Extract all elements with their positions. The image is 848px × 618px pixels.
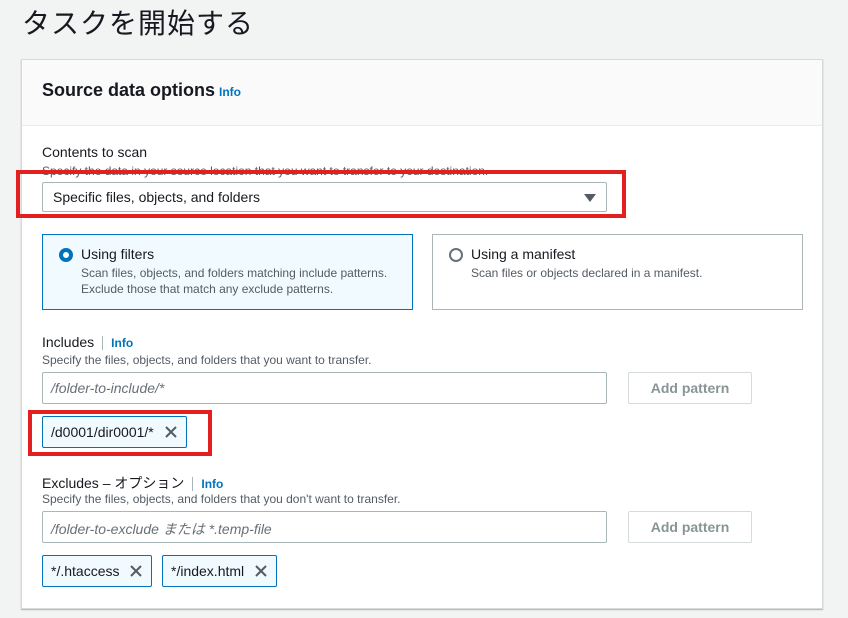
option-title: Using filters	[81, 246, 155, 262]
includes-label: Includes	[42, 334, 95, 350]
panel-header: Source data options Info	[22, 60, 822, 126]
radio-using-filters[interactable]	[59, 248, 73, 262]
highlight-box	[16, 170, 626, 218]
page-title: タスクを開始する	[22, 7, 255, 40]
option-desc-line: Exclude those that match any exclude pat…	[81, 282, 334, 296]
option-tile-using-filters[interactable]: Using filters Scan files, objects, and f…	[42, 234, 413, 310]
includes-add-pattern-button[interactable]: Add pattern	[628, 372, 752, 404]
option-desc-line: Scan files or objects declared in a mani…	[471, 266, 703, 280]
option-description: Scan files, objects, and folders matchin…	[81, 265, 387, 297]
includes-info-link[interactable]: Info	[111, 336, 133, 350]
excludes-add-pattern-button[interactable]: Add pattern	[628, 511, 752, 543]
panel-info-link[interactable]: Info	[219, 85, 241, 99]
option-desc-line: Scan files, objects, and folders matchin…	[81, 266, 388, 280]
excludes-label-row: Excludes – オプション Info	[42, 473, 223, 493]
excludes-info-link[interactable]: Info	[201, 477, 223, 491]
divider	[102, 336, 104, 351]
radio-using-manifest[interactable]	[449, 248, 463, 262]
exclude-token: */index.html	[162, 555, 278, 587]
includes-description: Specify the files, objects, and folders …	[42, 353, 372, 367]
option-tile-using-manifest[interactable]: Using a manifest Scan files or objects d…	[432, 234, 803, 310]
exclude-token: */.htaccess	[42, 555, 153, 587]
close-icon[interactable]	[254, 564, 268, 578]
close-icon[interactable]	[129, 564, 143, 578]
option-description: Scan files or objects declared in a mani…	[471, 265, 702, 281]
excludes-description: Specify the files, objects, and folders …	[42, 492, 401, 506]
panel-title: Source data options	[42, 80, 216, 100]
excludes-pattern-input[interactable]: /folder-to-exclude または *.temp-file	[42, 511, 607, 543]
exclude-token-label: */index.html	[171, 563, 245, 579]
excludes-label: Excludes – オプション	[42, 475, 185, 491]
highlight-box	[28, 410, 212, 456]
option-title: Using a manifest	[471, 246, 576, 262]
includes-pattern-input[interactable]: /folder-to-include/*	[42, 372, 607, 404]
exclude-token-label: */.htaccess	[51, 563, 120, 579]
contents-to-scan-label: Contents to scan	[42, 144, 148, 160]
includes-label-row: Includes Info	[42, 334, 133, 351]
source-data-options-panel: Source data options Info Contents to sca…	[21, 59, 823, 609]
divider	[192, 477, 194, 492]
